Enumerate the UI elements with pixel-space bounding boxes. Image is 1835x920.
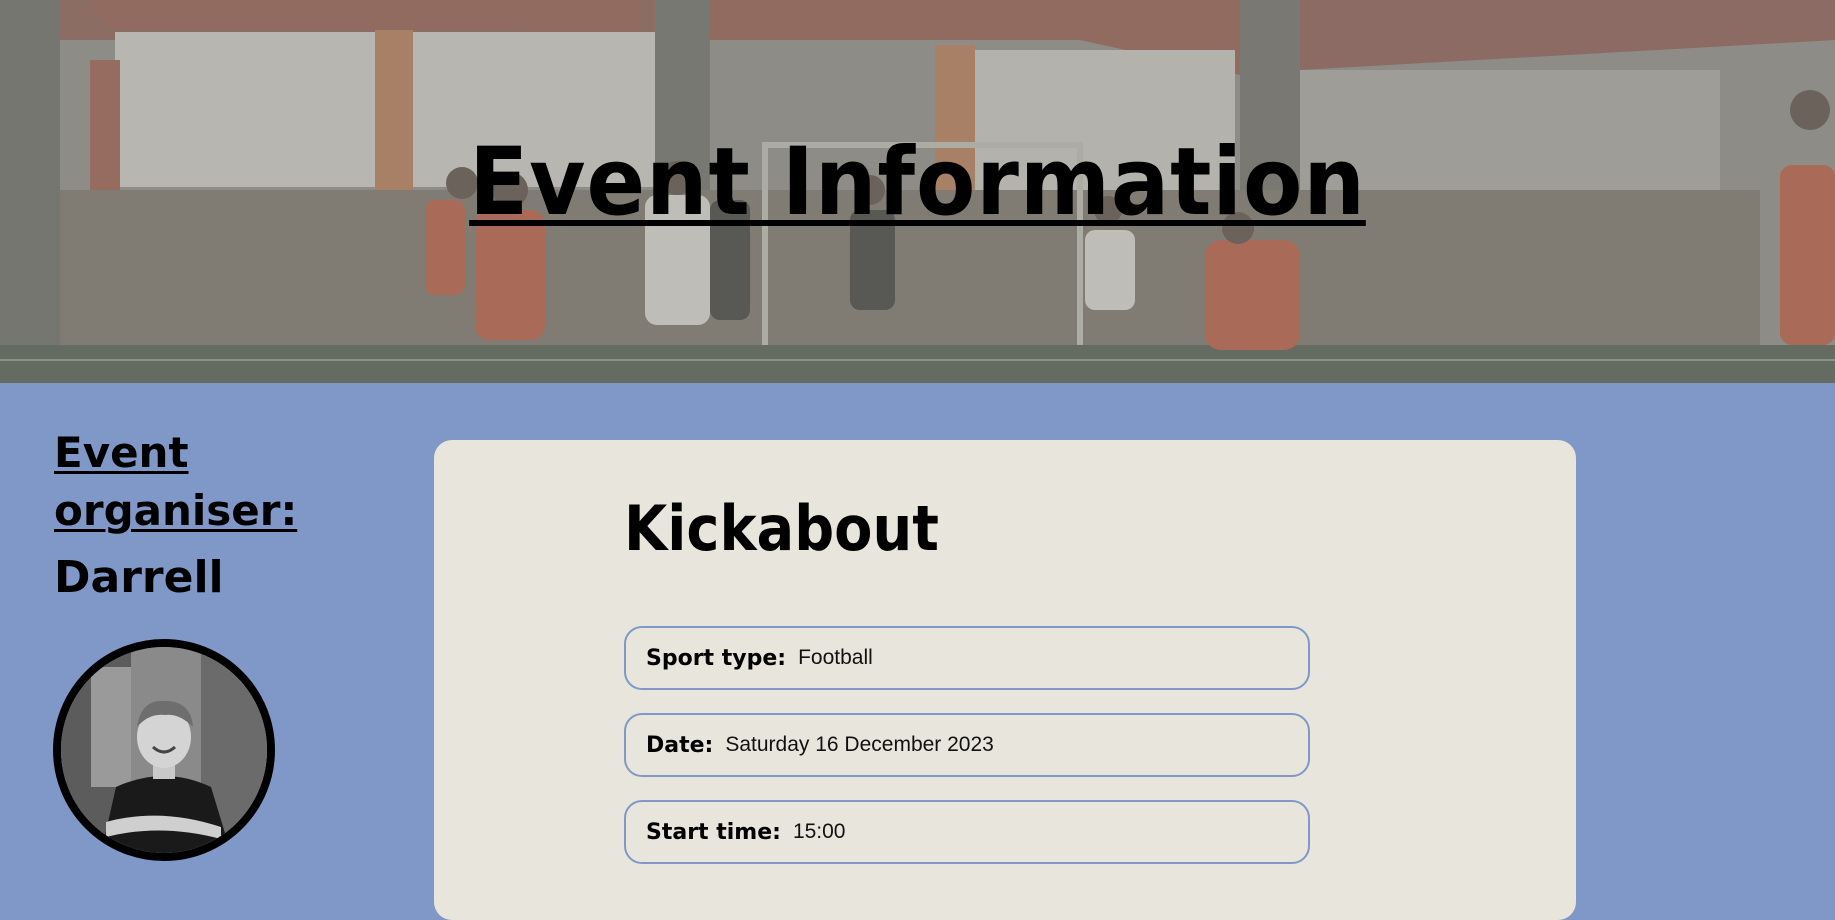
organiser-name: Darrell: [54, 552, 224, 603]
sport-type-value: Football: [798, 646, 873, 669]
event-details-card: Kickabout Sport type: Football Date: Sat…: [434, 440, 1576, 920]
start-time-field: Start time: 15:00: [624, 800, 1310, 864]
organiser-heading: Event organiser:: [54, 428, 298, 535]
sport-type-label: Sport type:: [646, 645, 787, 671]
avatar-photo: [61, 647, 267, 853]
sport-type-field: Sport type: Football: [624, 626, 1310, 690]
start-time-label: Start time:: [646, 819, 781, 845]
organiser-panel: Event organiser: Darrell: [54, 424, 354, 603]
event-name: Kickabout: [624, 492, 939, 565]
page-title: Event Information: [469, 128, 1366, 237]
date-field: Date: Saturday 16 December 2023: [624, 713, 1310, 777]
date-value: Saturday 16 December 2023: [725, 733, 994, 756]
date-label: Date:: [646, 732, 714, 758]
hero-banner: Event Information: [0, 0, 1835, 383]
start-time-value: 15:00: [792, 820, 846, 843]
organiser-avatar: [53, 639, 275, 861]
